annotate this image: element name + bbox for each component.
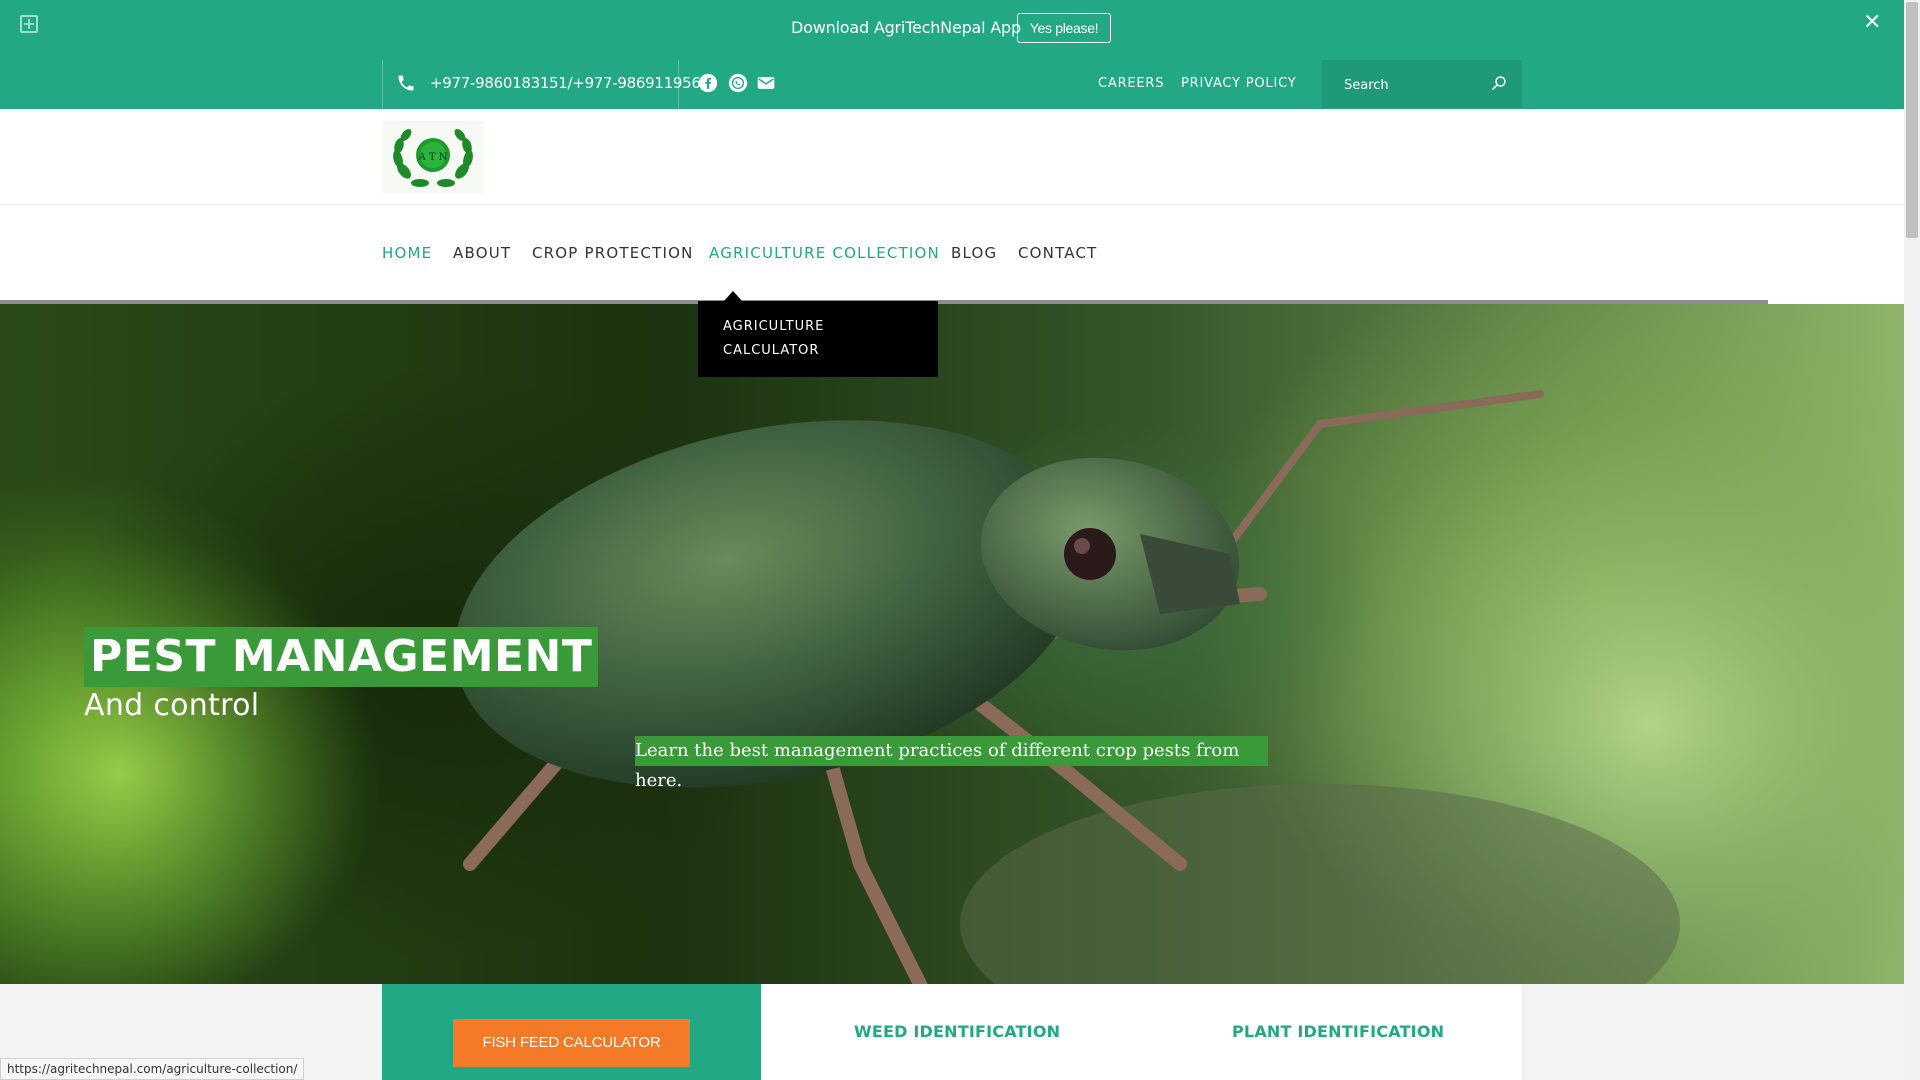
yes-please-button[interactable]: Yes please! [1017, 13, 1111, 43]
feature-links-panel: WEED IDENTIFICATION PLANT IDENTIFICATION [761, 984, 1522, 1080]
nav-about[interactable]: ABOUT [453, 244, 511, 262]
divider [678, 60, 679, 108]
nav-agriculture-collection[interactable]: AGRICULTURE COLLECTION [709, 244, 940, 262]
hero-title: PEST MANAGEMENT [84, 627, 599, 687]
close-icon[interactable]: ✕ [1863, 10, 1881, 35]
logo-text: A T N [418, 152, 448, 163]
feature-fish-panel: FISH FEED CALCULATOR [382, 984, 761, 1080]
page: + Download AgriTechNepal App Yes please!… [0, 0, 1920, 1080]
careers-link[interactable]: CAREERS [1098, 76, 1164, 91]
divider [382, 60, 383, 108]
nav-contact[interactable]: CONTACT [1018, 244, 1098, 262]
nav-blog[interactable]: BLOG [951, 244, 997, 262]
agriculture-collection-dropdown: AGRICULTURE CALCULATOR [698, 301, 938, 377]
dropdown-item-agriculture-calculator[interactable]: AGRICULTURE CALCULATOR [723, 315, 903, 363]
plus-icon[interactable]: + [20, 15, 38, 33]
email-icon[interactable] [756, 73, 776, 93]
site-logo[interactable]: A T N [382, 121, 484, 193]
nav-crop-protection[interactable]: CROP PROTECTION [532, 244, 694, 262]
facebook-icon[interactable] [698, 73, 718, 93]
main-nav: HOME ABOUT CROP PROTECTION AGRICULTURE C… [0, 206, 1904, 300]
hero-banner: PEST MANAGEMENT And control Learn the be… [0, 304, 1904, 984]
phone-number[interactable]: +977-9860183151/+977-9869119568 [430, 74, 710, 92]
dropdown-caret [724, 291, 742, 301]
privacy-policy-link[interactable]: PRIVACY POLICY [1181, 76, 1297, 91]
hero-subtitle: And control [84, 688, 260, 723]
header: A T N [0, 109, 1904, 205]
search-box [1322, 60, 1522, 108]
nav-home[interactable]: HOME [382, 244, 432, 262]
promo-text: Download AgriTechNepal App [791, 18, 1021, 37]
phone-icon [398, 75, 414, 91]
scrollbar-thumb[interactable] [1906, 2, 1918, 238]
fish-feed-calculator-button[interactable]: FISH FEED CALCULATOR [453, 1019, 690, 1067]
whatsapp-icon[interactable] [728, 73, 748, 93]
hero-description: Learn the best management practices of d… [635, 736, 1268, 791]
status-bar-url: https://agritechnepal.com/agriculture-co… [0, 1058, 305, 1080]
top-bar: + Download AgriTechNepal App Yes please!… [0, 0, 1904, 109]
search-icon[interactable] [1490, 74, 1508, 92]
plant-identification-link[interactable]: PLANT IDENTIFICATION [1232, 1022, 1444, 1041]
search-input[interactable] [1344, 75, 1484, 95]
weed-identification-link[interactable]: WEED IDENTIFICATION [854, 1022, 1060, 1041]
